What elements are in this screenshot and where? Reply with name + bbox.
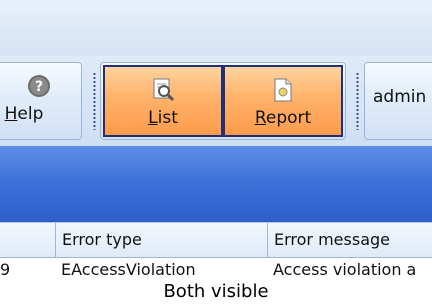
user-name-label[interactable]: admin [373, 87, 426, 107]
cell-id: 9 [0, 260, 11, 277]
column-header-id[interactable] [0, 223, 55, 257]
report-label: Report [254, 108, 312, 128]
list-label: List [148, 108, 178, 128]
help-label: Help [4, 104, 44, 124]
toolbar-grip-2[interactable] [356, 72, 359, 130]
cell-error-type: EAccessViolation [61, 260, 196, 277]
grid-header: Error type Error message [0, 222, 432, 258]
table-row[interactable]: 9 EAccessViolation Access violation a [0, 258, 432, 277]
list-search-icon [149, 76, 177, 104]
list-button[interactable]: List [103, 65, 223, 137]
app-window: ? Help List Report admin Error type Erro… [0, 0, 432, 277]
column-header-error-message[interactable]: Error message [267, 223, 432, 257]
help-button[interactable]: ? Help [1, 63, 77, 139]
report-document-icon [269, 76, 297, 104]
toolbar: ? Help List Report admin [0, 56, 432, 146]
toolbar-grip-1[interactable] [93, 72, 96, 130]
caption-text: Both visible [163, 281, 269, 302]
list-report-toolbar-group: List Report [100, 62, 346, 140]
blue-header-band [0, 146, 432, 222]
title-bar [0, 0, 432, 56]
help-icon: ? [25, 72, 53, 100]
column-header-error-type[interactable]: Error type [55, 223, 267, 257]
report-button[interactable]: Report [223, 65, 343, 137]
svg-text:?: ? [35, 79, 43, 95]
cell-error-message: Access violation a [273, 260, 417, 277]
user-toolbar-group: admin [364, 62, 432, 140]
help-toolbar-group: ? Help [0, 62, 82, 140]
